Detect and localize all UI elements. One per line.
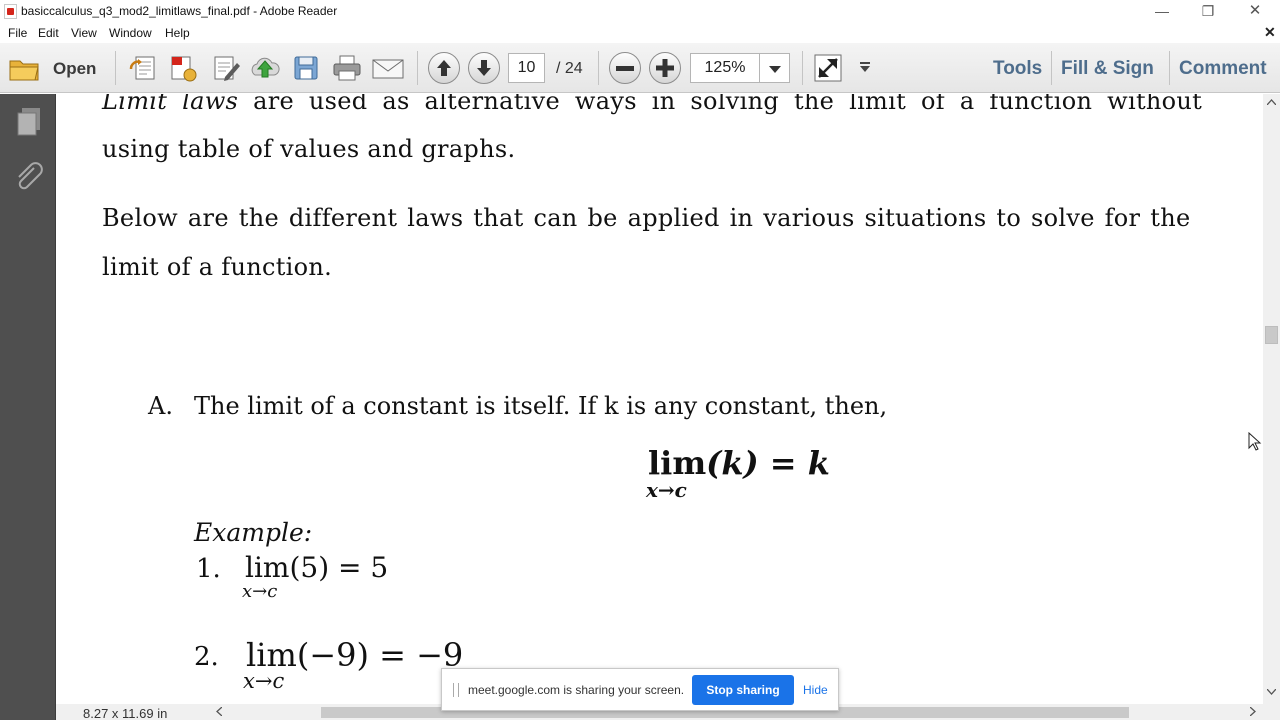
open-button-label[interactable]: Open [53, 59, 96, 79]
example-subscript: x→c [243, 669, 285, 693]
formula-body: (k) = k [706, 444, 830, 482]
arrow-up-icon [437, 60, 451, 76]
menu-help[interactable]: Help [165, 26, 190, 40]
attachments-paperclip-icon[interactable] [14, 162, 44, 192]
edit-pdf-icon[interactable] [211, 53, 241, 83]
create-pdf-icon[interactable] [128, 53, 158, 83]
next-page-button[interactable] [468, 52, 500, 84]
scroll-down-arrow-icon[interactable] [1267, 689, 1276, 695]
example-subscript: x→c [242, 581, 278, 602]
scroll-left-arrow-icon[interactable] [216, 707, 222, 716]
menu-view[interactable]: View [71, 26, 97, 40]
toolbar-separator [417, 51, 418, 85]
paragraph-text: are used as alternative ways in solving … [238, 94, 1203, 115]
restore-button[interactable]: ❐ [1185, 0, 1231, 23]
example-heading: Example: [194, 518, 313, 547]
vertical-scroll-thumb[interactable] [1265, 326, 1278, 344]
zoom-in-button[interactable] [649, 52, 681, 84]
open-folder-icon[interactable] [8, 53, 42, 83]
email-icon[interactable] [371, 53, 405, 83]
menu-window[interactable]: Window [109, 26, 152, 40]
toolbar-separator [115, 51, 116, 85]
page-size-indicator: 8.27 x 11.69 in [83, 706, 168, 721]
paragraph-line: using table of values and graphs. [102, 135, 516, 163]
law-list-marker: A. [148, 392, 173, 420]
navigation-pane [0, 94, 56, 720]
fit-page-icon[interactable] [813, 53, 843, 83]
page-number-input[interactable]: 10 [508, 53, 545, 83]
toolbar-separator [598, 51, 599, 85]
formula-lim: lim [648, 444, 707, 482]
toolbar-more-arrow-icon[interactable] [858, 62, 872, 72]
minimize-button[interactable]: — [1139, 0, 1185, 23]
pdf-document-page: Limit laws are used as alternative ways … [56, 94, 1263, 704]
menu-edit[interactable]: Edit [38, 26, 59, 40]
zoom-out-button[interactable] [609, 52, 641, 84]
upload-icon[interactable] [250, 53, 280, 83]
comment-pane-button[interactable]: Comment [1179, 58, 1267, 80]
close-window-button[interactable]: ✕ [1232, 0, 1278, 23]
print-icon[interactable] [331, 53, 363, 83]
scroll-right-arrow-icon[interactable] [1250, 707, 1256, 716]
screen-sharing-banner: meet.google.com is sharing your screen. … [441, 668, 839, 711]
zoom-dropdown-button[interactable] [760, 53, 790, 83]
example-number: 1. [196, 554, 221, 584]
hide-banner-button[interactable]: Hide [803, 683, 828, 697]
page-total: / 24 [556, 60, 583, 77]
save-icon[interactable] [291, 53, 321, 83]
zoom-level-input[interactable]: 125% [690, 53, 760, 83]
export-pdf-icon[interactable] [168, 53, 198, 83]
formula-subscript: x→c [646, 478, 687, 502]
fill-sign-pane-button[interactable]: Fill & Sign [1061, 58, 1154, 80]
menu-bar: File Edit View Window Help ✕ [0, 23, 1280, 43]
previous-page-button[interactable] [428, 52, 460, 84]
example-number: 2. [194, 642, 219, 672]
close-document-button[interactable]: ✕ [1264, 24, 1276, 41]
drag-handle-icon[interactable] [453, 683, 459, 697]
page-thumbnails-icon[interactable] [16, 107, 42, 137]
law-statement: The limit of a constant is itself. If k … [194, 392, 888, 420]
minus-icon [616, 66, 634, 71]
mouse-cursor-icon [1248, 432, 1262, 451]
plus-icon [656, 59, 674, 77]
vertical-scrollbar[interactable] [1263, 94, 1280, 704]
example-formula: lim(5) = 5 [245, 551, 389, 584]
menu-file[interactable]: File [8, 26, 27, 40]
scroll-up-arrow-icon[interactable] [1267, 99, 1276, 105]
window-title: basiccalculus_q3_mod2_limitlaws_final.pd… [21, 4, 338, 18]
toolbar-separator [802, 51, 803, 85]
tools-pane-button[interactable]: Tools [993, 58, 1042, 80]
sharing-status-text: meet.google.com is sharing your screen. [468, 683, 685, 697]
arrow-down-icon [477, 60, 491, 76]
paragraph-line: Limit laws are used as alternative ways … [102, 94, 1202, 115]
title-bar: basiccalculus_q3_mod2_limitlaws_final.pd… [0, 0, 1280, 23]
paragraph-line: limit of a function. [102, 253, 333, 281]
toolbar-separator [1051, 51, 1052, 85]
toolbar: Open 10 / 24 125% Tools Fill & Sign Comm… [0, 43, 1280, 93]
italic-term: Limit laws [102, 94, 239, 115]
paragraph-line: Below are the different laws that can be… [102, 204, 1191, 232]
adobe-reader-app-icon [4, 4, 17, 19]
stop-sharing-button[interactable]: Stop sharing [692, 675, 794, 705]
limit-formula: lim(k) = k [648, 444, 830, 482]
toolbar-separator [1169, 51, 1170, 85]
